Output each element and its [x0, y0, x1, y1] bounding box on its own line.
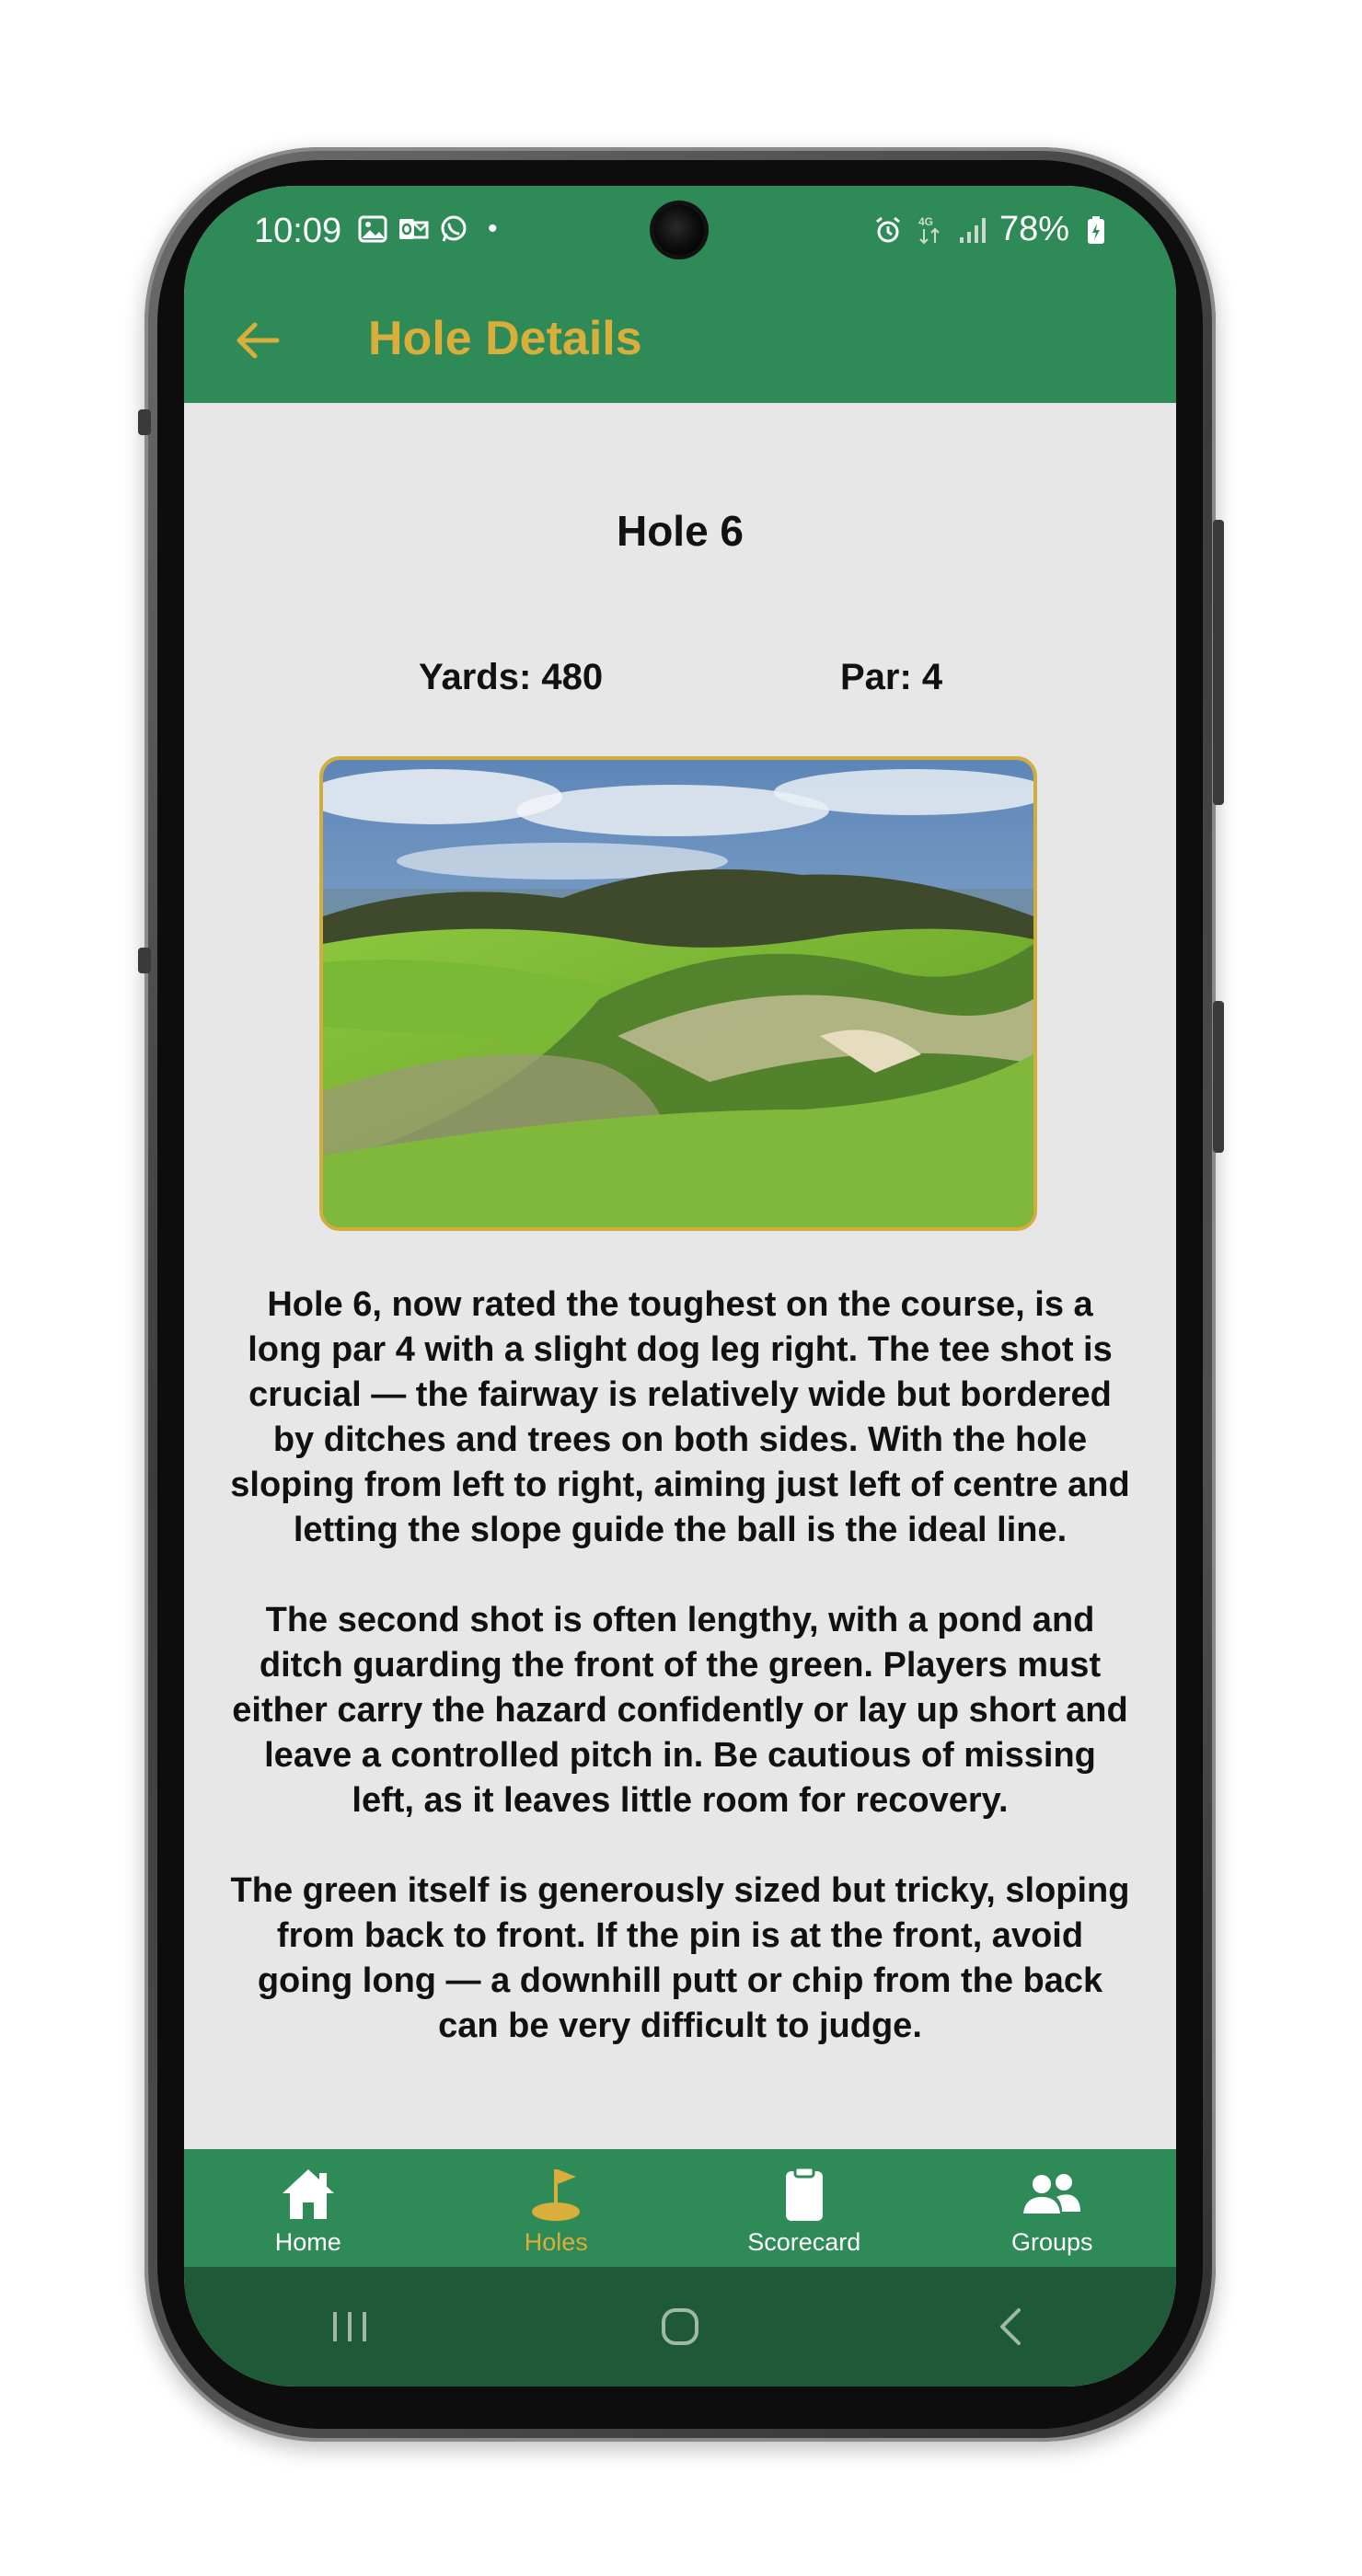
back-button[interactable]: [221, 304, 294, 377]
side-notch-lower: [138, 948, 151, 973]
app-bar: Hole Details: [184, 278, 1176, 403]
network-4g-icon: 4G: [915, 214, 946, 246]
golf-flag-icon: [532, 2169, 581, 2221]
hole-yards: Yards: 480: [419, 657, 604, 697]
status-time: 10:09: [254, 212, 342, 250]
volume-button: [1213, 1001, 1224, 1153]
recents-icon: [332, 2312, 366, 2341]
description-paragraph: Hole 6, now rated the toughest on the co…: [230, 1285, 1130, 1549]
nav-groups[interactable]: Groups: [929, 2149, 1177, 2267]
hole-title: Hole 6: [616, 507, 744, 555]
people-icon: [1023, 2174, 1081, 2214]
app-screen: 10:09 • 4G 78% Hole Details Hole 6 Yards…: [184, 186, 1176, 2386]
hole-par: Par: 4: [840, 657, 943, 697]
home-system-button[interactable]: [625, 2285, 735, 2368]
notification-icons: •: [357, 213, 498, 245]
home-circle-icon: [661, 2308, 698, 2345]
recent-apps-button[interactable]: [294, 2285, 405, 2368]
hole-details-content[interactable]: Hole 6 Yards: 480 Par: 4 Hole 6, now rat…: [184, 403, 1176, 2149]
description-paragraph: The green itself is generously sized but…: [230, 1871, 1130, 2045]
nav-scorecard-label: Scorecard: [747, 2228, 861, 2256]
battery-percent: 78%: [998, 210, 1069, 248]
alarm-icon: [872, 214, 904, 246]
svg-text:4G: 4G: [918, 215, 933, 228]
nav-groups-label: Groups: [1010, 2228, 1093, 2256]
more-notifications-dot: •: [488, 213, 498, 244]
front-camera: [653, 204, 705, 256]
system-icons: 4G 78%: [872, 210, 1112, 249]
bottom-navigation: Home Holes Scorecard Groups: [184, 2149, 1176, 2267]
battery-charging-icon: [1080, 214, 1112, 246]
description-paragraph: The second shot is often lengthy, with a…: [232, 1601, 1128, 1820]
arrow-left-icon: [237, 322, 280, 359]
gallery-icon: [357, 213, 388, 245]
nav-holes[interactable]: Holes: [433, 2149, 681, 2267]
page-title: Hole Details: [368, 312, 642, 365]
signal-icon: [957, 214, 988, 246]
outlook-icon: [398, 213, 429, 245]
chevron-left-icon: [1000, 2308, 1022, 2345]
hole-photo: [319, 756, 1037, 1231]
whatsapp-icon: [438, 213, 469, 245]
side-notch-upper: [138, 409, 151, 435]
power-button: [1213, 520, 1224, 805]
home-icon: [282, 2169, 334, 2219]
back-system-button[interactable]: [955, 2285, 1066, 2368]
system-navigation-bar: [184, 2267, 1176, 2386]
status-bar: 10:09 • 4G 78%: [184, 186, 1176, 278]
nav-holes-label: Holes: [524, 2228, 588, 2256]
hole-description: Hole 6, now rated the toughest on the co…: [230, 1282, 1130, 2094]
nav-home[interactable]: Home: [184, 2149, 433, 2267]
nav-scorecard[interactable]: Scorecard: [680, 2149, 929, 2267]
clipboard-icon: [785, 2166, 823, 2221]
nav-home-label: Home: [274, 2228, 341, 2256]
